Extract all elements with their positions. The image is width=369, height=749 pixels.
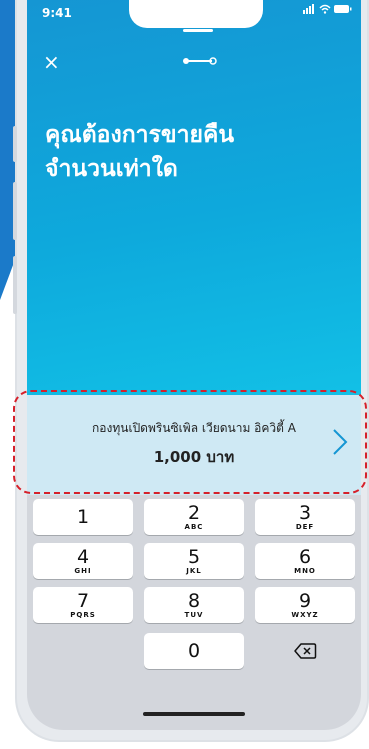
key-digit: 3 <box>298 502 312 524</box>
key-0[interactable]: 0 <box>144 633 244 669</box>
key-digit: 5 <box>187 546 201 568</box>
key-digit: 0 <box>187 640 201 662</box>
key-5[interactable]: 5 JKL <box>144 543 244 579</box>
backspace-icon <box>294 643 317 659</box>
key-2[interactable]: 2 ABC <box>144 499 244 535</box>
key-letters: JKL <box>186 567 202 575</box>
progress-indicator <box>183 57 217 65</box>
key-letters: GHI <box>74 567 92 575</box>
key-digit: 8 <box>187 590 201 612</box>
key-letters: PQRS <box>70 611 96 619</box>
key-digit: 7 <box>76 590 90 612</box>
page-title-line2: จำนวนเท่าใด <box>45 156 178 182</box>
delete-button[interactable] <box>255 633 355 669</box>
key-digit: 9 <box>298 590 312 612</box>
key-letters: ABC <box>184 523 204 531</box>
app-screen: 9:41 × คุณต้องการขายคืน จำนวนเท่าใด กองท… <box>27 0 361 730</box>
page-title: คุณต้องการขายคืน จำนวนเท่าใด <box>45 118 345 186</box>
key-letters: DEF <box>295 523 315 531</box>
key-1[interactable]: 1 <box>33 499 133 535</box>
status-time: 9:41 <box>42 6 72 20</box>
key-digit: 2 <box>187 502 201 524</box>
phone-notch <box>129 0 263 28</box>
wifi-icon <box>318 4 331 14</box>
key-9[interactable]: 9 WXYZ <box>255 587 355 623</box>
speaker-bar <box>183 29 213 32</box>
key-7[interactable]: 7 PQRS <box>33 587 133 623</box>
page-title-line1: คุณต้องการขายคืน <box>45 122 235 148</box>
highlight-outline <box>13 390 367 494</box>
signal-icon <box>303 4 314 14</box>
close-icon[interactable]: × <box>43 52 60 72</box>
key-letters: WXYZ <box>291 611 319 619</box>
header-panel: 9:41 × คุณต้องการขายคืน จำนวนเท่าใด <box>27 0 361 395</box>
side-button <box>13 256 17 314</box>
phone-frame: 9:41 × คุณต้องการขายคืน จำนวนเท่าใด กองท… <box>15 0 369 742</box>
key-4[interactable]: 4 GHI <box>33 543 133 579</box>
home-indicator <box>143 712 245 716</box>
key-6[interactable]: 6 MNO <box>255 543 355 579</box>
key-digit: 1 <box>76 506 90 528</box>
key-3[interactable]: 3 DEF <box>255 499 355 535</box>
key-digit: 4 <box>76 546 90 568</box>
battery-icon <box>334 5 352 13</box>
key-8[interactable]: 8 TUV <box>144 587 244 623</box>
key-digit: 6 <box>298 546 312 568</box>
key-letters: TUV <box>184 611 204 619</box>
status-icons <box>303 4 352 17</box>
key-letters: MNO <box>294 567 316 575</box>
side-button <box>13 126 17 162</box>
side-button <box>13 182 17 240</box>
